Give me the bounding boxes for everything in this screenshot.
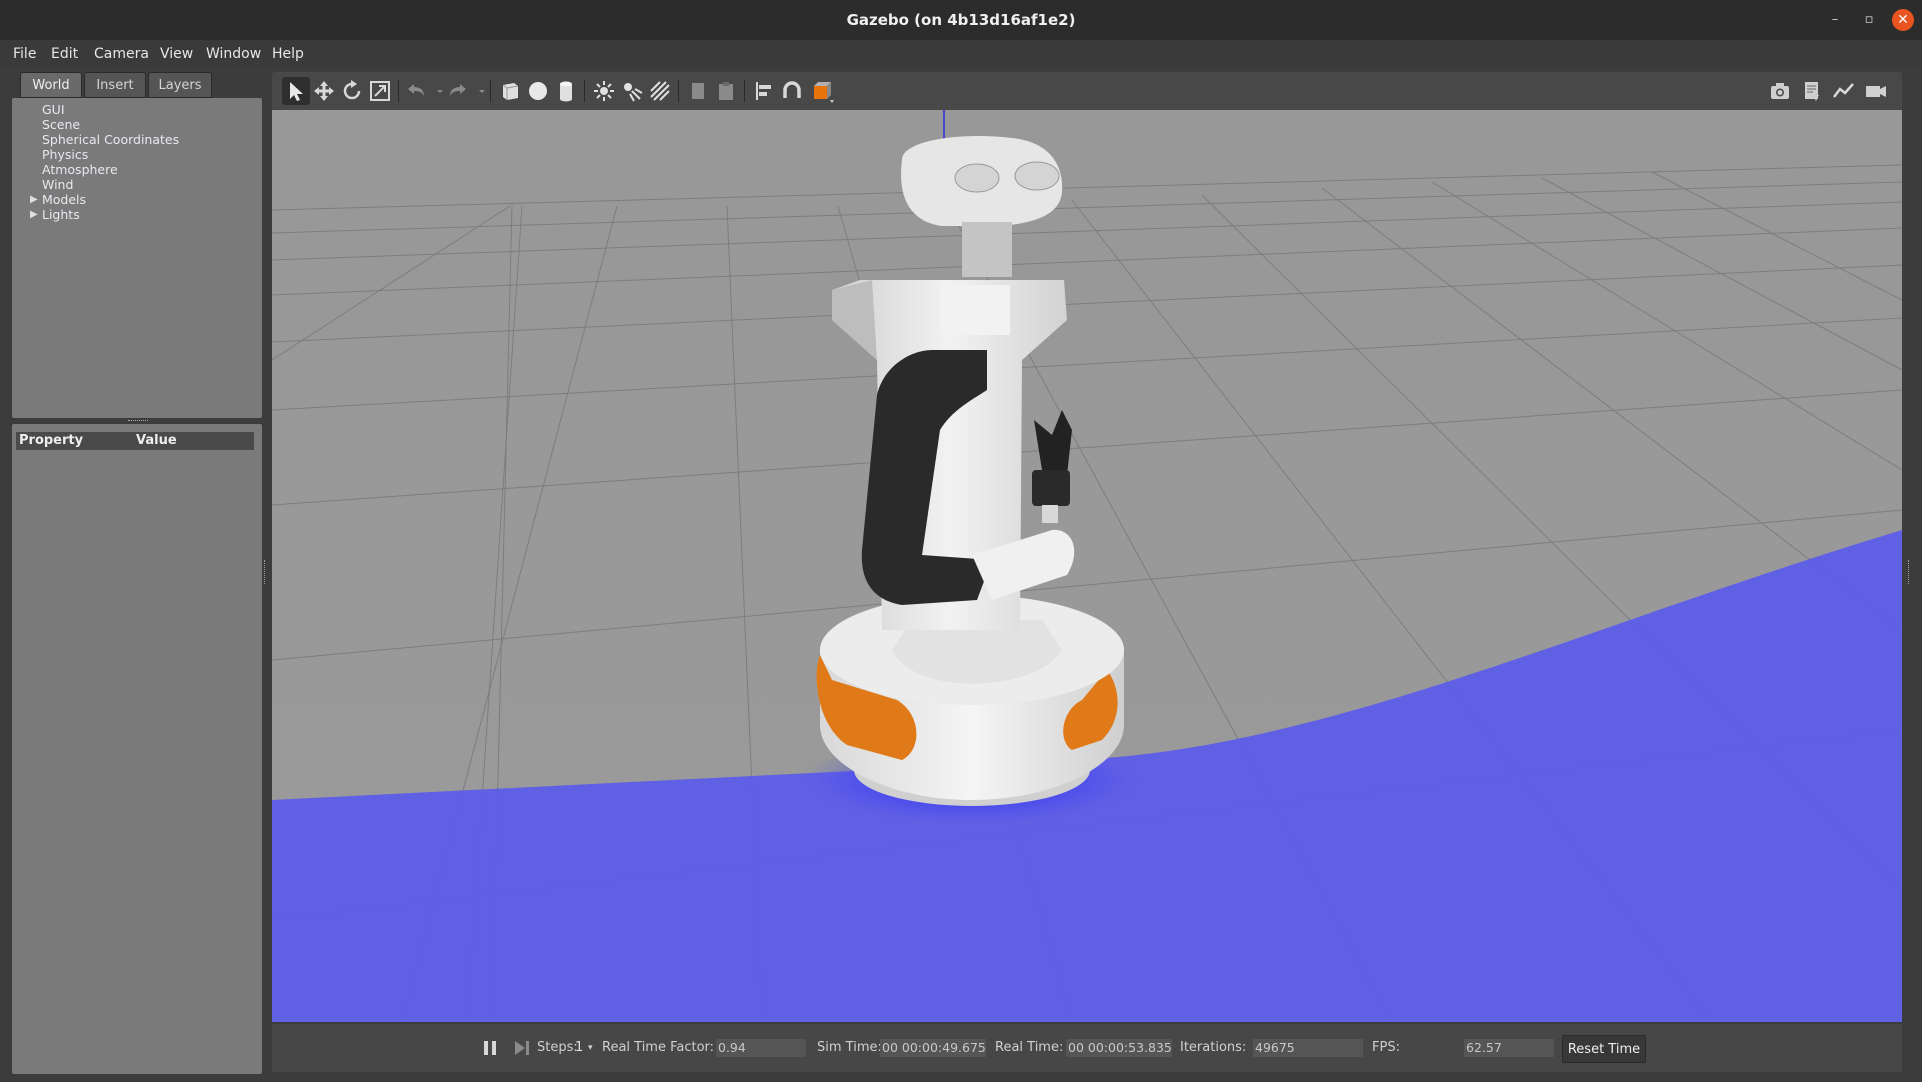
minimize-button[interactable]: – — [1824, 9, 1846, 31]
tab-insert[interactable]: Insert — [84, 72, 146, 98]
fps-label: FPS: — [1372, 1040, 1400, 1055]
main-area: Steps: 1 ▾ Real Time Factor: 0.94 Sim Ti… — [270, 70, 1904, 1074]
directional-light-icon[interactable] — [646, 77, 674, 105]
steps-label: Steps: — [537, 1040, 578, 1055]
property-column-header[interactable]: Property — [19, 432, 83, 450]
tree-item-gui[interactable]: GUI — [42, 102, 65, 117]
scene-render — [272, 110, 1902, 1022]
real-time-value: 00 00:00:53.835 — [1066, 1039, 1172, 1057]
panel-splitter-handle[interactable] — [128, 420, 148, 423]
log-icon[interactable] — [1798, 77, 1826, 105]
property-table-header: Property Value — [16, 432, 254, 450]
steps-spinbox[interactable]: 1 — [575, 1024, 583, 1072]
align-icon[interactable] — [750, 77, 778, 105]
expand-arrow-icon[interactable]: ▶ — [30, 207, 40, 222]
point-light-icon[interactable] — [590, 77, 618, 105]
left-splitter-handle[interactable] — [264, 560, 267, 584]
window-title: Gazebo (on 4b13d16af1e2) — [846, 11, 1076, 29]
tree-item-scene[interactable]: Scene — [42, 117, 80, 132]
step-forward-icon[interactable] — [512, 1038, 532, 1058]
maximize-button[interactable]: ▫ — [1858, 9, 1880, 31]
menu-bar: File Edit Camera View Window Help — [0, 40, 1922, 68]
close-button[interactable]: ✕ — [1892, 9, 1914, 31]
left-panel: World Insert Layers GUI Scene Spherical … — [8, 70, 262, 1074]
sim-time-label: Sim Time: — [817, 1040, 882, 1055]
tree-item-wind[interactable]: Wind — [42, 177, 73, 192]
tree-item-physics[interactable]: Physics — [42, 147, 88, 162]
property-panel: Property Value — [12, 424, 262, 1074]
menu-edit[interactable]: Edit — [51, 40, 78, 68]
real-time-label: Real Time: — [995, 1040, 1064, 1055]
gazebo-window: Gazebo (on 4b13d16af1e2) – ▫ ✕ File Edit… — [0, 0, 1922, 1082]
menu-help[interactable]: Help — [272, 40, 304, 68]
tree-item-lights[interactable]: Lights — [42, 207, 80, 222]
menu-camera[interactable]: Camera — [94, 40, 149, 68]
right-splitter-handle[interactable] — [1908, 560, 1911, 584]
tab-layers[interactable]: Layers — [148, 72, 212, 98]
real-time-factor-value: 0.94 — [716, 1039, 806, 1057]
menu-window[interactable]: Window — [206, 40, 261, 68]
rotate-mode-icon[interactable] — [338, 77, 366, 105]
select-mode-icon[interactable] — [282, 77, 310, 105]
tree-item-atmosphere[interactable]: Atmosphere — [42, 162, 118, 177]
screenshot-icon[interactable] — [1766, 77, 1794, 105]
plot-icon[interactable] — [1830, 77, 1858, 105]
sim-time-value: 00 00:00:49.675 — [880, 1039, 986, 1057]
sphere-shape-icon[interactable] — [524, 77, 552, 105]
paste-icon[interactable] — [712, 77, 740, 105]
snap-icon[interactable] — [778, 77, 806, 105]
iterations-value: 49675 — [1253, 1039, 1363, 1057]
tree-item-models[interactable]: Models — [42, 192, 86, 207]
toolbar — [272, 72, 1902, 110]
tab-world[interactable]: World — [20, 72, 82, 98]
scale-mode-icon[interactable] — [366, 77, 394, 105]
value-column-header[interactable]: Value — [136, 432, 177, 450]
fps-value: 62.57 — [1464, 1039, 1554, 1057]
view-angle-icon[interactable] — [808, 77, 836, 105]
translate-mode-icon[interactable] — [310, 77, 338, 105]
real-time-factor-label: Real Time Factor: — [602, 1040, 715, 1055]
world-tree: GUI Scene Spherical Coordinates Physics … — [12, 98, 262, 418]
video-record-icon[interactable] — [1862, 77, 1890, 105]
box-shape-icon[interactable] — [496, 77, 524, 105]
spot-light-icon[interactable] — [618, 77, 646, 105]
expand-arrow-icon[interactable]: ▶ — [30, 192, 40, 207]
copy-icon[interactable] — [684, 77, 712, 105]
title-bar: Gazebo (on 4b13d16af1e2) – ▫ ✕ — [0, 0, 1922, 40]
reset-time-button[interactable]: Reset Time — [1562, 1035, 1646, 1063]
simulation-status-bar: Steps: 1 ▾ Real Time Factor: 0.94 Sim Ti… — [272, 1024, 1902, 1072]
cylinder-shape-icon[interactable] — [552, 77, 580, 105]
undo-dropdown-icon[interactable] — [426, 77, 443, 105]
menu-view[interactable]: View — [160, 40, 193, 68]
scene-viewport[interactable] — [272, 110, 1902, 1022]
menu-file[interactable]: File — [13, 40, 36, 68]
pause-icon[interactable] — [480, 1038, 500, 1058]
redo-dropdown-icon[interactable] — [468, 77, 485, 105]
robot-gripper — [1032, 470, 1070, 506]
tree-item-spherical-coordinates[interactable]: Spherical Coordinates — [42, 132, 179, 147]
iterations-label: Iterations: — [1180, 1040, 1247, 1055]
steps-dropdown-icon[interactable]: ▾ — [588, 1024, 593, 1072]
